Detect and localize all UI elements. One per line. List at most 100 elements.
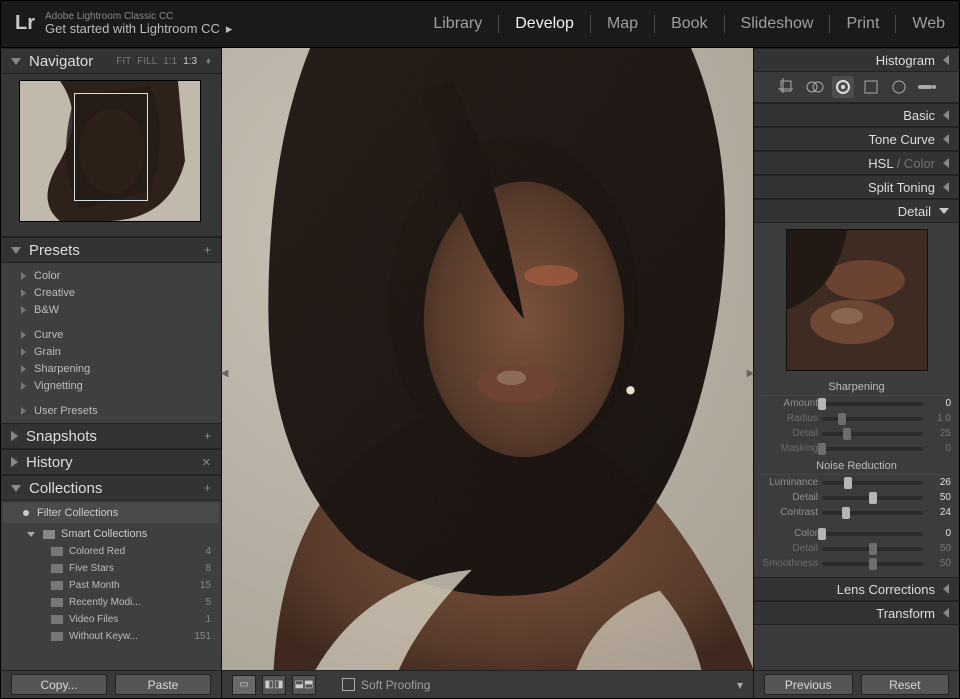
reset-button[interactable]: Reset	[861, 674, 950, 695]
preset-group[interactable]: B&W	[1, 301, 221, 318]
basic-header[interactable]: Basic	[754, 103, 959, 127]
right-panels: Histogram	[754, 48, 959, 670]
detail-header[interactable]: Detail	[754, 199, 959, 223]
redeye-icon[interactable]	[832, 76, 854, 98]
nav-mode-FILL[interactable]: FILL	[137, 56, 157, 67]
navigator-thumbnail[interactable]	[19, 80, 201, 222]
filter-collections[interactable]: Filter Collections	[3, 503, 219, 523]
collection-item[interactable]: Video Files1	[1, 611, 221, 628]
slider-knob[interactable]	[842, 507, 850, 519]
slider-knob[interactable]	[818, 528, 826, 540]
slider-track[interactable]	[822, 402, 923, 406]
add-collection-icon[interactable]: +	[204, 481, 211, 495]
radial-filter-icon[interactable]	[888, 76, 910, 98]
lens-corrections-header[interactable]: Lens Corrections	[754, 577, 959, 601]
preset-group[interactable]: Grain	[1, 343, 221, 360]
collections-header[interactable]: Collections +	[1, 475, 221, 501]
noise-detail-slider[interactable]: Detail50	[762, 541, 951, 556]
preset-group[interactable]: Curve	[1, 326, 221, 343]
snapshots-header[interactable]: Snapshots +	[1, 423, 221, 449]
module-web[interactable]: Web	[912, 15, 945, 33]
separator	[829, 15, 830, 33]
toolbar-chevron-icon[interactable]: ▾	[737, 678, 743, 692]
split-toning-header[interactable]: Split Toning	[754, 175, 959, 199]
preset-group[interactable]: Vignetting	[1, 377, 221, 394]
collection-item[interactable]: Recently Modi...5	[1, 594, 221, 611]
paste-button[interactable]: Paste	[115, 674, 211, 695]
noise-contrast-slider[interactable]: Contrast24	[762, 505, 951, 520]
transform-header[interactable]: Transform	[754, 601, 959, 625]
slider-knob[interactable]	[818, 398, 826, 410]
preview-area[interactable]	[222, 48, 753, 670]
sharpening-radius-slider[interactable]: Radius1.0	[762, 411, 951, 426]
slider-track[interactable]	[822, 511, 923, 515]
module-library[interactable]: Library	[433, 15, 482, 33]
collection-item[interactable]: Without Keyw...151	[1, 628, 221, 645]
smart-collections-group[interactable]: Smart Collections	[1, 525, 221, 543]
slider-track[interactable]	[822, 481, 923, 485]
collection-item[interactable]: Five Stars8	[1, 560, 221, 577]
slider-knob[interactable]	[843, 428, 851, 440]
add-snapshot-icon[interactable]: +	[204, 429, 211, 443]
slider-track[interactable]	[822, 496, 923, 500]
soft-proof-checkbox[interactable]	[342, 678, 355, 691]
nav-mode-1-1[interactable]: 1:1	[163, 56, 177, 67]
slider-knob[interactable]	[869, 543, 877, 555]
navigator-header[interactable]: Navigator FITFILL1:11:3 ♦	[1, 48, 221, 74]
tone-curve-header[interactable]: Tone Curve	[754, 127, 959, 151]
preset-group[interactable]: Sharpening	[1, 360, 221, 377]
histogram-header[interactable]: Histogram	[754, 48, 959, 72]
noise-smoothness-slider[interactable]: Smoothness50	[762, 556, 951, 571]
noise-color-slider[interactable]: Color0	[762, 526, 951, 541]
hsl-color-header[interactable]: HSL / Color	[754, 151, 959, 175]
preset-group[interactable]: Color	[1, 267, 221, 284]
slider-track[interactable]	[822, 447, 923, 451]
sharpening-amount-slider[interactable]: Amount0	[762, 396, 951, 411]
detail-preview[interactable]	[786, 229, 928, 371]
history-header[interactable]: History ✕	[1, 449, 221, 475]
zoom-frame[interactable]	[74, 93, 148, 201]
nav-zoom-popup-icon[interactable]: ♦	[203, 56, 211, 67]
slider-track[interactable]	[822, 432, 923, 436]
separator	[498, 15, 499, 33]
spot-removal-icon[interactable]	[804, 76, 826, 98]
previous-button[interactable]: Previous	[764, 674, 853, 695]
module-develop[interactable]: Develop	[515, 15, 574, 33]
slider-knob[interactable]	[869, 558, 877, 570]
module-map[interactable]: Map	[607, 15, 638, 33]
slider-track[interactable]	[822, 417, 923, 421]
slider-knob[interactable]	[844, 477, 852, 489]
app-title-big[interactable]: Get started with Lightroom CC ▸	[45, 22, 232, 36]
sharpening-detail-slider[interactable]: Detail25	[762, 426, 951, 441]
preset-group[interactable]: User Presets	[1, 402, 221, 419]
clear-history-icon[interactable]: ✕	[202, 456, 211, 469]
adjustment-brush-icon[interactable]	[916, 76, 938, 98]
module-print[interactable]: Print	[846, 15, 879, 33]
nav-mode-FIT[interactable]: FIT	[116, 56, 131, 67]
collection-item[interactable]: Past Month15	[1, 577, 221, 594]
collection-item[interactable]: Colored Red4	[1, 543, 221, 560]
preset-group[interactable]: Creative	[1, 284, 221, 301]
nav-mode-1-3[interactable]: 1:3	[183, 56, 197, 67]
module-book[interactable]: Book	[671, 15, 707, 33]
slider-track[interactable]	[822, 547, 923, 551]
crop-icon[interactable]	[776, 76, 798, 98]
noise-detail-slider[interactable]: Detail50	[762, 490, 951, 505]
noise-luminance-slider[interactable]: Luminance26	[762, 475, 951, 490]
before-after-lr-button[interactable]: ◧◨	[262, 675, 286, 695]
right-expander-icon[interactable]: ▶	[747, 358, 754, 388]
before-after-tb-button[interactable]: ⬓⬒	[292, 675, 316, 695]
slider-knob[interactable]	[838, 413, 846, 425]
graduated-filter-icon[interactable]	[860, 76, 882, 98]
loupe-view-button[interactable]: ▭	[232, 675, 256, 695]
slider-track[interactable]	[822, 562, 923, 566]
copy-button[interactable]: Copy...	[11, 674, 107, 695]
slider-knob[interactable]	[818, 443, 826, 455]
module-slideshow[interactable]: Slideshow	[741, 15, 814, 33]
slider-knob[interactable]	[869, 492, 877, 504]
sharpening-masking-slider[interactable]: Masking0	[762, 441, 951, 456]
add-preset-icon[interactable]: +	[204, 243, 211, 257]
left-expander-icon[interactable]: ◀	[221, 358, 228, 388]
slider-track[interactable]	[822, 532, 923, 536]
presets-header[interactable]: Presets +	[1, 237, 221, 263]
